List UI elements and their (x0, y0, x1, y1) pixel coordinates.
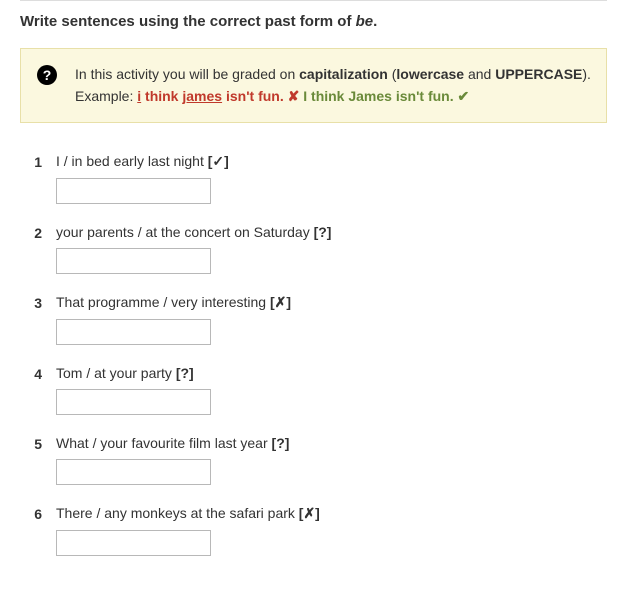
prompt-marker: [?] (314, 224, 332, 240)
question-item: 1 I / in bed early last night [✓] (28, 153, 607, 204)
info-box: ? In this activity you will be graded on… (20, 48, 607, 123)
prompt-text: I / in bed early last night (56, 153, 208, 169)
question-prompt: Tom / at your party [?] (56, 365, 607, 381)
right-example: I think James isn't fun. (303, 88, 457, 104)
instruction-prefix: Write sentences using the correct past f… (20, 13, 356, 30)
instruction-suffix: . (373, 13, 377, 30)
prompt-text: your parents / at the concert on Saturda… (56, 224, 314, 240)
wrong-james: james (182, 88, 222, 104)
info-lowercase: lowercase (396, 66, 464, 82)
answer-input[interactable] (56, 389, 211, 415)
info-pre: In this activity you will be graded on (75, 66, 299, 82)
question-prompt: I / in bed early last night [✓] (56, 153, 607, 170)
prompt-text: What / your favourite film last year (56, 435, 272, 451)
question-number: 1 (28, 153, 42, 170)
info-text: In this activity you will be graded on c… (75, 63, 591, 108)
prompt-text: Tom / at your party (56, 365, 176, 381)
info-paren-close: ). (582, 66, 591, 82)
example-label: Example: (75, 88, 137, 104)
question-prompt: your parents / at the concert on Saturda… (56, 224, 607, 240)
question-number: 6 (28, 505, 42, 522)
question-number: 2 (28, 224, 42, 241)
question-number: 4 (28, 365, 42, 382)
questions-list: 1 I / in bed early last night [✓] 2 your… (20, 153, 607, 556)
info-uppercase: UPPERCASE (495, 66, 582, 82)
prompt-marker: [✗] (299, 505, 320, 521)
answer-input[interactable] (56, 319, 211, 345)
question-item: 4 Tom / at your party [?] (28, 365, 607, 415)
info-capitalization: capitalization (299, 66, 388, 82)
answer-input[interactable] (56, 178, 211, 204)
question-item: 5 What / your favourite film last year [… (28, 435, 607, 485)
question-number: 3 (28, 294, 42, 311)
wrong-example: i think james isn't fun. (137, 88, 287, 104)
answer-input[interactable] (56, 248, 211, 274)
question-item: 2 your parents / at the concert on Satur… (28, 224, 607, 274)
question-prompt: There / any monkeys at the safari park [… (56, 505, 607, 522)
prompt-marker: [✓] (208, 153, 229, 169)
prompt-marker: [?] (176, 365, 194, 381)
instruction-heading: Write sentences using the correct past f… (20, 13, 607, 30)
help-icon: ? (37, 65, 57, 85)
prompt-marker: [?] (272, 435, 290, 451)
question-item: 3 That programme / very interesting [✗] (28, 294, 607, 345)
question-number: 5 (28, 435, 42, 452)
wrong-think: think (141, 88, 182, 104)
instruction-italic: be (356, 13, 374, 30)
answer-input[interactable] (56, 459, 211, 485)
prompt-text: That programme / very interesting (56, 294, 270, 310)
question-item: 6 There / any monkeys at the safari park… (28, 505, 607, 556)
check-icon: ✔ (458, 88, 470, 104)
prompt-marker: [✗] (270, 294, 291, 310)
info-and: and (464, 66, 495, 82)
wrong-rest: isn't fun. (222, 88, 288, 104)
cross-icon: ✘ (288, 88, 300, 104)
prompt-text: There / any monkeys at the safari park (56, 505, 299, 521)
question-prompt: What / your favourite film last year [?] (56, 435, 607, 451)
question-prompt: That programme / very interesting [✗] (56, 294, 607, 311)
